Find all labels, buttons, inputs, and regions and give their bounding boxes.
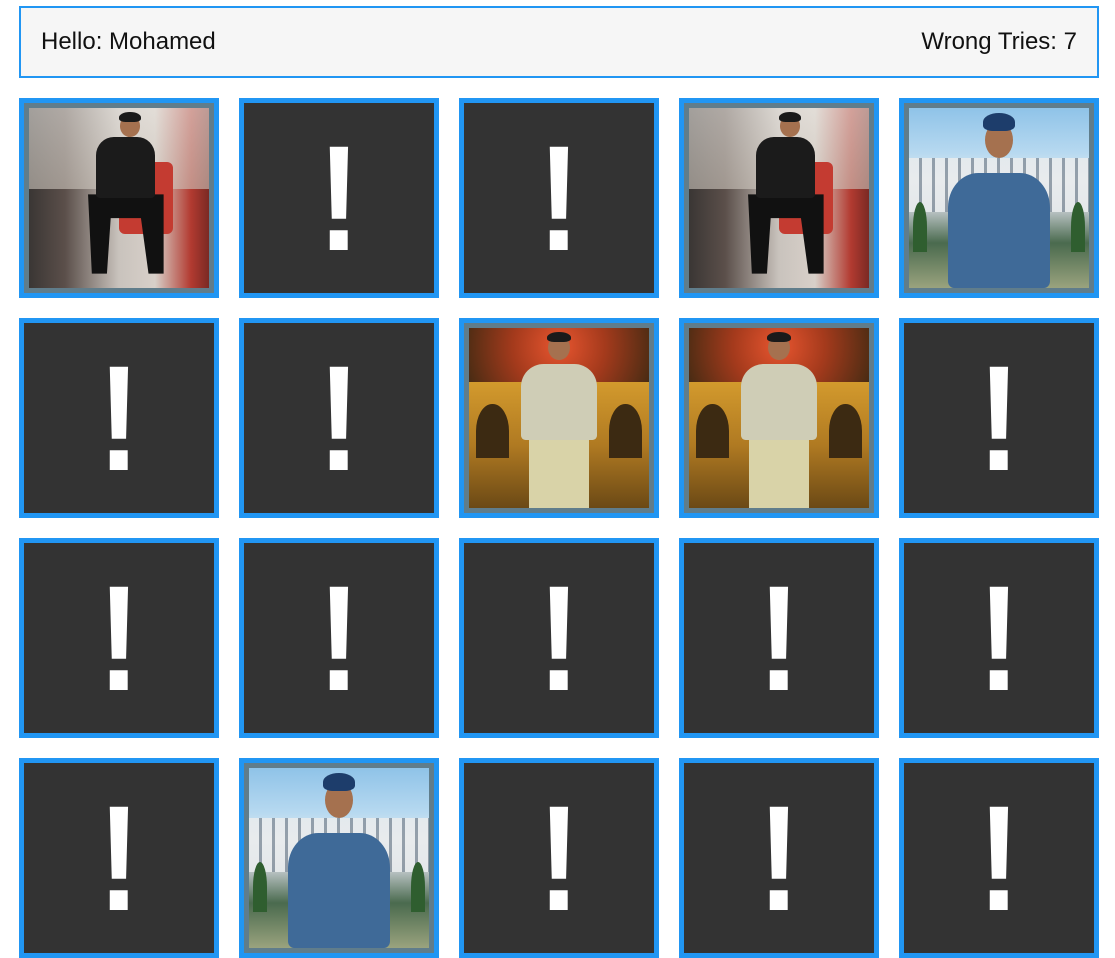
exclamation-icon: ! (977, 554, 1021, 722)
photo-night-building (689, 328, 869, 508)
person-figure (505, 328, 613, 508)
game-card-hidden[interactable]: ! (679, 538, 879, 738)
person-figure (69, 108, 177, 288)
exclamation-icon: ! (757, 554, 801, 722)
photo-indoor-sitting (29, 108, 209, 288)
game-card-hidden[interactable]: ! (239, 98, 439, 298)
game-card-flipped[interactable] (459, 318, 659, 518)
person-figure (281, 768, 396, 948)
exclamation-icon: ! (97, 334, 141, 502)
person-figure (941, 108, 1056, 288)
exclamation-icon: ! (317, 554, 361, 722)
exclamation-icon: ! (537, 114, 581, 282)
photo-hotel-jacket (909, 108, 1089, 288)
game-card-hidden[interactable]: ! (899, 758, 1099, 958)
person-figure (729, 108, 837, 288)
game-card-flipped[interactable] (239, 758, 439, 958)
game-card-hidden[interactable]: ! (459, 538, 659, 738)
exclamation-icon: ! (97, 554, 141, 722)
photo-night-building (469, 328, 649, 508)
game-card-hidden[interactable]: ! (899, 318, 1099, 518)
game-card-hidden[interactable]: ! (459, 758, 659, 958)
game-card-flipped[interactable] (679, 318, 879, 518)
game-card-flipped[interactable] (679, 98, 879, 298)
exclamation-icon: ! (977, 334, 1021, 502)
wrong-tries-counter: Wrong Tries: 7 (921, 28, 1077, 55)
game-card-hidden[interactable]: ! (459, 98, 659, 298)
game-card-hidden[interactable]: ! (19, 758, 219, 958)
exclamation-icon: ! (537, 554, 581, 722)
game-card-hidden[interactable]: ! (679, 758, 879, 958)
memory-game-board: !!!!!!!!!!!!!! (19, 98, 1099, 958)
game-card-hidden[interactable]: ! (899, 538, 1099, 738)
player-name: Hello: Mohamed (41, 28, 216, 55)
game-card-hidden[interactable]: ! (239, 318, 439, 518)
game-card-flipped[interactable] (19, 98, 219, 298)
person-figure (725, 328, 833, 508)
game-card-hidden[interactable]: ! (239, 538, 439, 738)
exclamation-icon: ! (537, 774, 581, 942)
exclamation-icon: ! (757, 774, 801, 942)
exclamation-icon: ! (317, 334, 361, 502)
game-card-hidden[interactable]: ! (19, 318, 219, 518)
exclamation-icon: ! (97, 774, 141, 942)
photo-indoor-sitting (689, 108, 869, 288)
exclamation-icon: ! (317, 114, 361, 282)
game-card-flipped[interactable] (899, 98, 1099, 298)
exclamation-icon: ! (977, 774, 1021, 942)
photo-hotel-jacket (249, 768, 429, 948)
game-card-hidden[interactable]: ! (19, 538, 219, 738)
info-bar: Hello: Mohamed Wrong Tries: 7 (19, 6, 1099, 78)
